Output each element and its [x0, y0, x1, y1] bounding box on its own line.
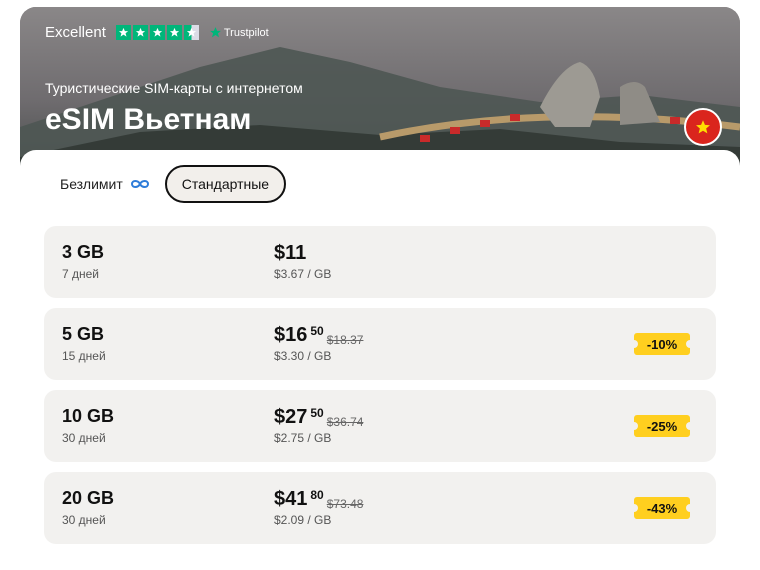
- plan-duration: 30 дней: [62, 431, 106, 445]
- hero-subtitle: Туристические SIM-карты с интернетом: [45, 80, 303, 96]
- plan-price: $27 50 $36.74: [274, 406, 363, 429]
- price-main: $16: [274, 324, 308, 346]
- trustpilot-star-icon: [209, 27, 221, 38]
- star-icon: [166, 25, 182, 40]
- price-old: $73.48: [326, 497, 364, 511]
- infinity-icon: [130, 180, 149, 188]
- star-half-icon: [183, 25, 199, 40]
- plan-card-3gb[interactable]: 3 GB 7 дней $11 $3.67 / GB: [44, 226, 716, 298]
- price-old: $36.74: [326, 415, 364, 429]
- tab-unlimited-label: Безлимит: [60, 176, 123, 192]
- page-title: eSIM Вьетнам: [45, 103, 252, 136]
- plan-data-amount: 5 GB: [62, 324, 105, 344]
- price-cents: 50: [310, 406, 324, 420]
- plan-data-amount: 3 GB: [62, 242, 105, 262]
- plan-price: $16 50 $18.37: [274, 324, 363, 347]
- star-icon: [132, 25, 148, 40]
- star-icon: [149, 25, 165, 40]
- star-icon: [115, 25, 131, 40]
- plan-price: $41 80 $73.48: [274, 488, 363, 511]
- vietnam-flag-icon: [684, 108, 722, 146]
- plan-price: $11: [274, 242, 306, 264]
- rating-stars: [115, 25, 199, 40]
- discount-badge: -10%: [630, 333, 694, 355]
- trustpilot-logo: Trustpilot: [209, 26, 269, 39]
- plan-card-20gb[interactable]: 20 GB 30 дней $41 80 $73.48 $2.09 / GB -…: [44, 472, 716, 544]
- price-per-gb: $3.67 / GB: [274, 267, 332, 281]
- tab-standard-label: Стандартные: [181, 176, 270, 192]
- price-main: $27: [274, 406, 308, 428]
- plan-data-amount: 20 GB: [62, 488, 115, 508]
- trustpilot-name: Trustpilot: [223, 26, 269, 39]
- discount-badge: -25%: [630, 415, 694, 437]
- plan-duration: 7 дней: [62, 267, 100, 281]
- price-main: $11: [274, 242, 307, 264]
- tab-standard[interactable]: Стандартные: [164, 165, 287, 203]
- price-per-gb: $2.75 / GB: [274, 431, 332, 445]
- price-per-gb: $3.30 / GB: [274, 349, 332, 363]
- tab-unlimited[interactable]: Безлимит: [40, 164, 151, 204]
- price-old: $18.37: [326, 333, 364, 347]
- rating-label: Excellent: [45, 24, 106, 41]
- plan-type-tabs: Безлимит Стандартные: [40, 164, 287, 204]
- trustpilot-rating: Excellent Trustpilot: [45, 24, 269, 41]
- discount-badge: -43%: [630, 497, 694, 519]
- price-per-gb: $2.09 / GB: [274, 513, 332, 527]
- plan-duration: 30 дней: [62, 513, 106, 527]
- plan-card-5gb[interactable]: 5 GB 15 дней $16 50 $18.37 $3.30 / GB -1…: [44, 308, 716, 380]
- plan-duration: 15 дней: [62, 349, 106, 363]
- price-cents: 50: [310, 324, 324, 338]
- plan-data-amount: 10 GB: [62, 406, 115, 426]
- price-main: $41: [274, 488, 308, 510]
- plan-card-10gb[interactable]: 10 GB 30 дней $27 50 $36.74 $2.75 / GB -…: [44, 390, 716, 462]
- price-cents: 80: [310, 488, 324, 502]
